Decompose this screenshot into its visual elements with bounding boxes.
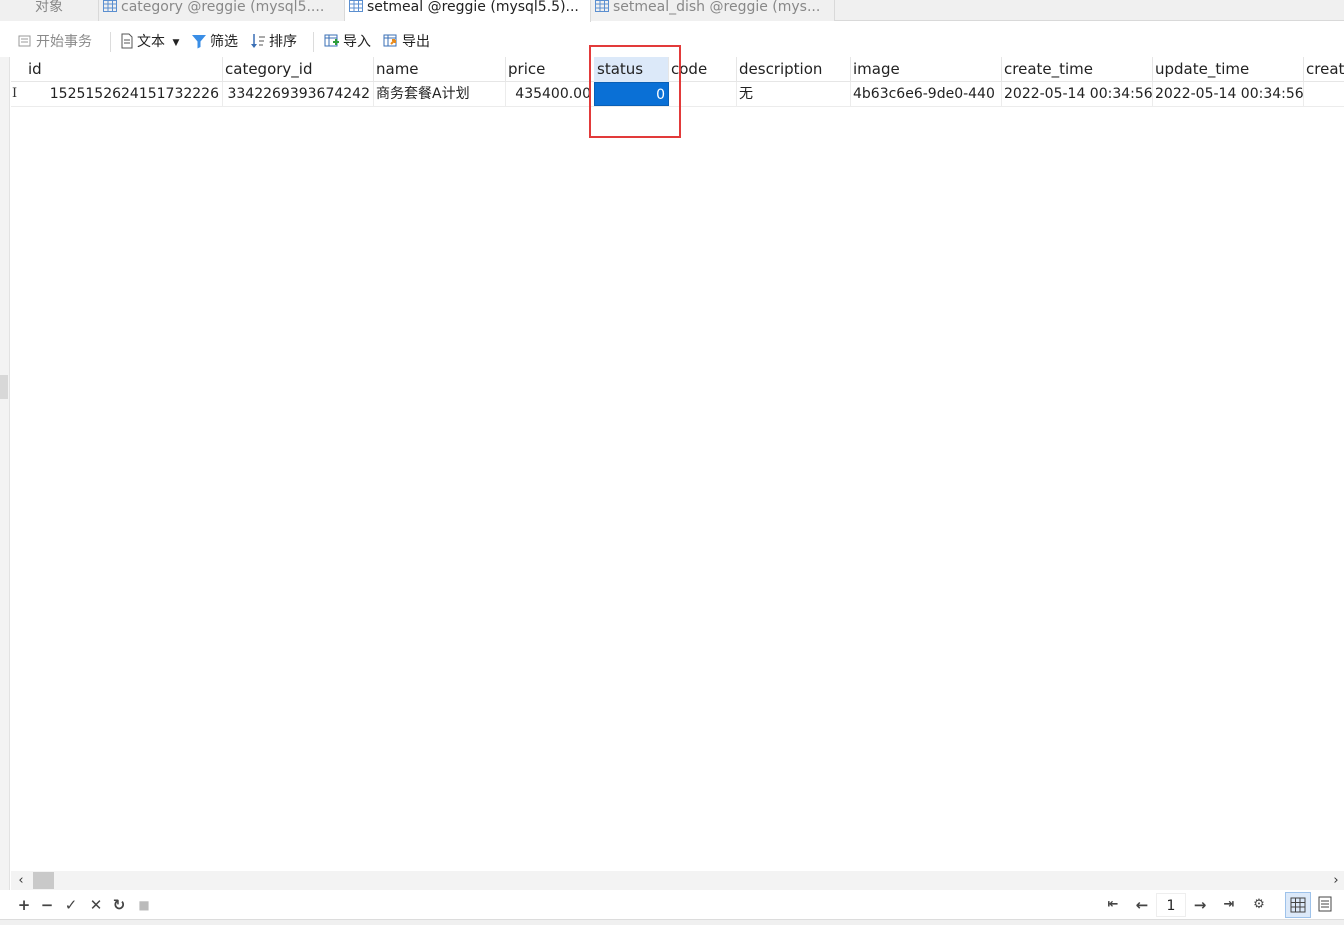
column-header-category-id[interactable]: category_id bbox=[222, 57, 374, 82]
cell-name[interactable]: 商务套餐A计划 bbox=[373, 82, 506, 106]
scroll-left-arrow-icon[interactable]: ‹ bbox=[13, 871, 29, 890]
sort-label: 排序 bbox=[269, 34, 297, 50]
filter-icon bbox=[191, 33, 207, 56]
export-icon bbox=[383, 33, 399, 56]
filter-button[interactable]: 筛选 bbox=[191, 31, 238, 53]
apply-changes-icon[interactable]: ✓ bbox=[63, 895, 79, 915]
refresh-icon[interactable]: ↻ bbox=[111, 895, 127, 915]
cell-image[interactable]: 4b63c6e6-9de0-440 bbox=[850, 82, 1002, 106]
page-number-field[interactable]: 1 bbox=[1156, 893, 1186, 917]
import-icon bbox=[324, 33, 340, 56]
tab-label: setmeal_dish @reggie (mys... bbox=[613, 0, 821, 15]
cell-description[interactable]: 无 bbox=[736, 82, 851, 106]
discard-changes-icon[interactable]: ✕ bbox=[88, 895, 104, 915]
begin-transaction-button[interactable]: 开始事务 bbox=[17, 31, 92, 53]
table-icon bbox=[595, 0, 609, 12]
column-header-name[interactable]: name bbox=[373, 57, 506, 82]
column-header-update-time[interactable]: update_time bbox=[1152, 57, 1304, 82]
stop-icon[interactable]: ■ bbox=[136, 895, 152, 915]
first-page-icon[interactable]: ⇤ bbox=[1105, 895, 1121, 915]
splitter-handle[interactable] bbox=[0, 375, 8, 399]
filter-label: 筛选 bbox=[210, 34, 238, 50]
scrollbar-thumb[interactable] bbox=[33, 872, 54, 889]
column-header-price[interactable]: price bbox=[505, 57, 595, 82]
column-header-id[interactable]: id bbox=[25, 57, 223, 82]
cell-update-time[interactable]: 2022-05-14 00:34:56 bbox=[1152, 82, 1304, 106]
add-row-icon[interactable]: + bbox=[16, 895, 32, 915]
tab-label: 对象 bbox=[35, 0, 63, 15]
grid-view-button[interactable] bbox=[1285, 892, 1311, 918]
sort-button[interactable]: 排序 bbox=[250, 31, 297, 53]
data-grid: id category_id name price status code de… bbox=[11, 57, 1344, 871]
column-header-description[interactable]: description bbox=[736, 57, 851, 82]
document-icon bbox=[120, 33, 134, 56]
tab-bar: 对象 category @reggie (mysql5.... setmeal … bbox=[0, 0, 1344, 22]
cell-category-id[interactable]: 3342269393674242 bbox=[222, 82, 374, 106]
previous-page-icon[interactable]: ← bbox=[1134, 895, 1150, 915]
grid-view-icon bbox=[1290, 897, 1306, 913]
begin-transaction-label: 开始事务 bbox=[36, 34, 92, 50]
import-label: 导入 bbox=[343, 34, 371, 50]
column-header-create-time[interactable]: create_time bbox=[1001, 57, 1153, 82]
form-view-icon bbox=[1318, 896, 1332, 912]
cell-id[interactable]: 1525152624151732226 bbox=[25, 82, 223, 106]
import-button[interactable]: 导入 bbox=[324, 31, 371, 53]
cell-create-time[interactable]: 2022-05-14 00:34:56 bbox=[1001, 82, 1153, 106]
chevron-down-icon: ▼ bbox=[172, 38, 180, 48]
table-icon bbox=[103, 0, 117, 12]
horizontal-scrollbar[interactable]: ‹ › bbox=[11, 871, 1344, 890]
cell-price[interactable]: 435400.00 bbox=[505, 82, 595, 106]
form-view-button[interactable] bbox=[1313, 892, 1339, 918]
export-button[interactable]: 导出 bbox=[383, 31, 430, 53]
tab-label: setmeal @reggie (mysql5.5)... bbox=[367, 0, 579, 15]
toolbar-divider bbox=[110, 32, 111, 52]
column-header-image[interactable]: image bbox=[850, 57, 1002, 82]
annotation-highlight-box bbox=[589, 45, 681, 138]
transaction-icon bbox=[17, 33, 33, 56]
table-icon bbox=[349, 0, 363, 12]
export-label: 导出 bbox=[402, 34, 430, 50]
tab-category[interactable]: category @reggie (mysql5.... bbox=[99, 0, 345, 21]
gear-icon[interactable]: ⚙ bbox=[1251, 895, 1267, 915]
tab-setmeal[interactable]: setmeal @reggie (mysql5.5)... bbox=[345, 0, 591, 22]
scroll-right-arrow-icon[interactable]: › bbox=[1328, 871, 1344, 890]
next-page-icon[interactable]: → bbox=[1192, 895, 1208, 915]
tab-objects[interactable]: 对象 bbox=[0, 0, 99, 21]
tab-label: category @reggie (mysql5.... bbox=[121, 0, 325, 15]
sort-icon bbox=[250, 33, 266, 56]
cell-create-user[interactable] bbox=[1303, 82, 1344, 106]
delete-row-icon[interactable]: − bbox=[39, 895, 55, 915]
toolbar-divider bbox=[313, 32, 314, 52]
status-bar bbox=[0, 919, 1344, 925]
bottom-toolbar: + − ✓ ✕ ↻ ■ ⇤ ← 1 → ⇥ ⚙ bbox=[0, 890, 1344, 919]
last-page-icon[interactable]: ⇥ bbox=[1221, 895, 1237, 915]
left-gutter bbox=[0, 57, 10, 925]
column-header-create-user[interactable]: creat bbox=[1303, 57, 1344, 82]
tab-setmeal-dish[interactable]: setmeal_dish @reggie (mys... bbox=[591, 0, 835, 21]
text-view-label: 文本 bbox=[137, 34, 165, 50]
text-view-button[interactable]: 文本 ▼ bbox=[120, 31, 179, 53]
row-cursor-indicator: I bbox=[12, 86, 18, 101]
